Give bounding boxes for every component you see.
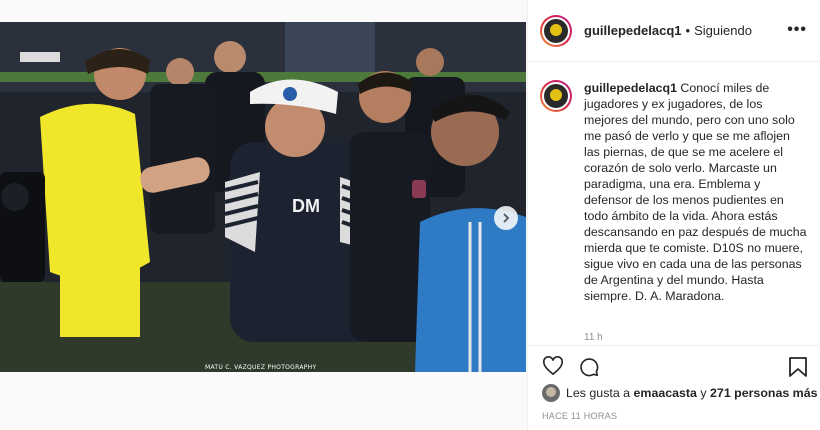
comment-icon[interactable] bbox=[578, 356, 600, 378]
likes-prefix: Les gusta a bbox=[566, 386, 631, 400]
post-side-panel: guillepedelacq1 • Siguiendo ••• guillepe… bbox=[527, 0, 820, 430]
post-caption: guillepedelacq1 Conocí miles de jugadore… bbox=[540, 80, 810, 304]
action-bar bbox=[528, 345, 820, 385]
caption-time: 11 h bbox=[584, 332, 603, 343]
avatar[interactable] bbox=[540, 14, 572, 47]
follow-status-button[interactable]: Siguiendo bbox=[694, 23, 752, 38]
caption-text: guillepedelacq1 Conocí miles de jugadore… bbox=[584, 80, 809, 304]
caption-avatar[interactable] bbox=[540, 80, 572, 112]
caption-username[interactable]: guillepedelacq1 bbox=[584, 81, 677, 95]
likes-count-link[interactable]: 271 personas más bbox=[710, 386, 817, 400]
bookmark-icon[interactable] bbox=[788, 356, 808, 378]
like-heart-icon[interactable] bbox=[542, 356, 564, 376]
liker-avatar[interactable] bbox=[542, 384, 560, 402]
caption-body: Conocí miles de jugadores y ex jugadores… bbox=[584, 81, 807, 303]
instagram-post: DM MATU C. VAZQUEZ PHOTOGRAPHY guilleped… bbox=[0, 0, 820, 430]
photo-watermark: MATU C. VAZQUEZ PHOTOGRAPHY bbox=[205, 364, 317, 371]
post-timestamp[interactable]: HACE 11 HORAS bbox=[542, 411, 617, 421]
svg-text:DM: DM bbox=[292, 196, 320, 216]
separator-dot: • bbox=[685, 23, 691, 38]
post-header: guillepedelacq1 • Siguiendo ••• bbox=[528, 0, 820, 62]
more-options-icon[interactable]: ••• bbox=[787, 22, 807, 38]
photo-scene: DM bbox=[0, 22, 526, 372]
likes-summary: Les gusta a emaacasta y 271 personas más bbox=[542, 384, 817, 402]
liker-username[interactable]: emaacasta bbox=[634, 386, 697, 400]
likes-mid: y bbox=[700, 386, 707, 400]
chevron-right-icon bbox=[503, 213, 510, 223]
next-photo-button[interactable] bbox=[494, 206, 518, 230]
username-link[interactable]: guillepedelacq1 bbox=[584, 23, 682, 38]
post-photo[interactable]: DM MATU C. VAZQUEZ PHOTOGRAPHY bbox=[0, 22, 526, 372]
